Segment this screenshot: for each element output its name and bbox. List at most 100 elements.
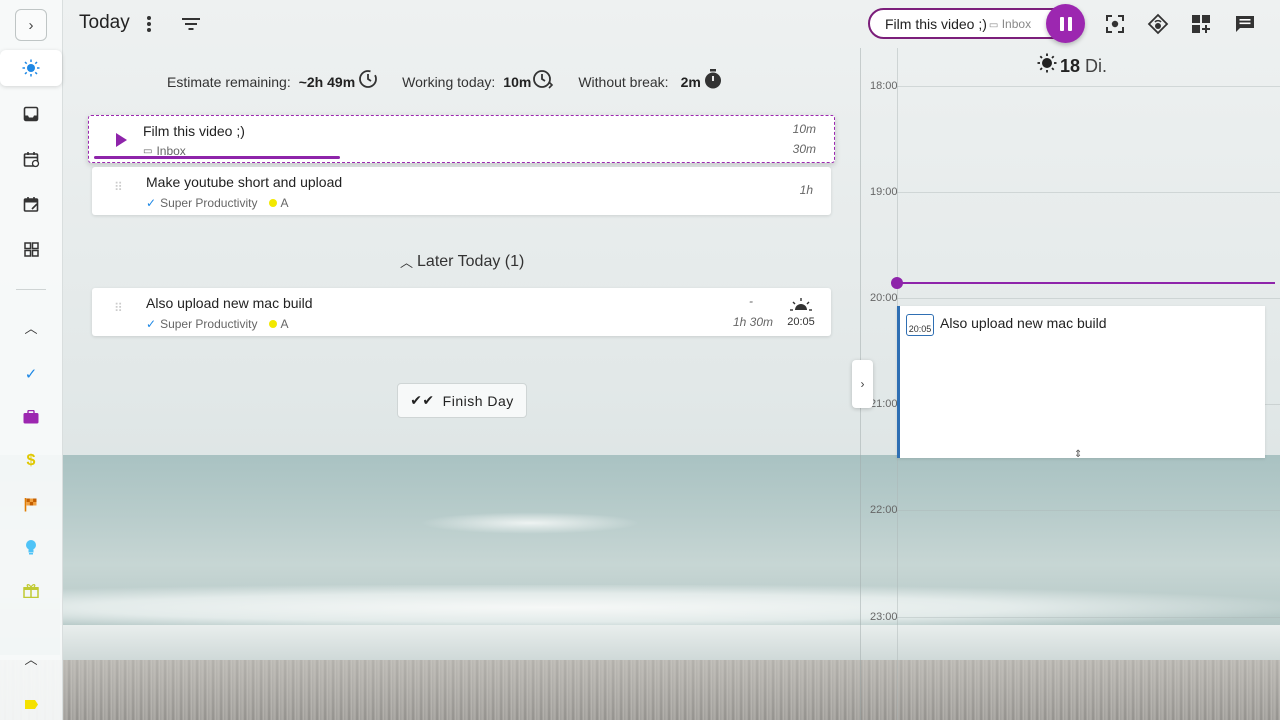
nav-today[interactable] [0, 50, 62, 86]
sync-button[interactable] [1146, 12, 1170, 36]
gift-icon [23, 583, 39, 598]
pause-icon [1059, 16, 1064, 31]
nav-projects-collapse[interactable]: ︿ [8, 309, 54, 345]
inbox-icon: ▭ [988, 19, 999, 31]
task-time-spent[interactable]: 10m [793, 122, 816, 136]
task-title[interactable]: Make youtube short and upload [146, 174, 342, 190]
current-task-project: ▭ Inbox [989, 17, 1031, 31]
current-time-line [897, 282, 1275, 284]
resize-handle-icon[interactable]: ⇕ [1074, 449, 1082, 460]
working-today-value: 10m [503, 73, 532, 90]
scheduled-alarm-icon: 20:05 [906, 314, 934, 336]
nav-boards[interactable] [8, 231, 54, 267]
hour-label: 22:00 [870, 504, 898, 516]
nav-project-work[interactable] [8, 399, 54, 435]
estimate-remaining-value: ~2h 49m [298, 73, 356, 90]
later-today-label: Later Today (1) [417, 252, 525, 270]
comment-icon [1236, 16, 1254, 32]
estimate-remaining-label: Estimate remaining: [167, 73, 291, 90]
chevron-right-icon: › [28, 16, 34, 34]
task-tag-label: A [280, 196, 289, 210]
stopwatch-icon [704, 69, 722, 94]
nav-scheduled[interactable] [8, 141, 54, 177]
today-sun-icon [22, 59, 40, 77]
inbox-icon: ▭ [143, 145, 153, 157]
schedule-day-header: 18 Di. [1037, 53, 1107, 79]
top-header: Today Film this video ;) ▭ Inbox [63, 0, 1280, 48]
without-break-value: 2m [680, 73, 701, 90]
nav-inbox[interactable] [8, 96, 54, 132]
check-icon: ✓ [24, 366, 38, 383]
without-break-label: Without break: [578, 73, 669, 90]
briefcase-icon [23, 410, 39, 424]
notes-button[interactable] [1233, 12, 1257, 36]
task-project: ✓ Super Productivity A [146, 196, 288, 210]
task-project: ✓ Super Productivity A [146, 317, 288, 331]
nav-project-goals[interactable] [8, 486, 54, 522]
scheduled-time-label: 20:05 [787, 316, 815, 328]
task-project-label: Super Productivity [160, 196, 258, 210]
play-icon[interactable] [116, 133, 127, 147]
task-estimate[interactable]: 30m [793, 142, 816, 156]
expand-sidebar-button[interactable]: › [15, 9, 47, 41]
nav-divider [16, 289, 46, 290]
day-number: 18 [1060, 55, 1081, 76]
hour-label: 19:00 [870, 186, 898, 198]
hour-label: 21:00 [870, 398, 898, 410]
more-vert-icon [147, 16, 151, 32]
work-metrics: Estimate remaining: ~2h 49m Working toda… [167, 69, 746, 94]
later-today-toggle[interactable]: ︿ Later Today (1) [400, 252, 524, 271]
focus-icon [1106, 15, 1124, 33]
nav-planner[interactable] [8, 186, 54, 222]
task-card-later[interactable]: ⠿ Also upload new mac build ✓ Super Prod… [92, 288, 831, 336]
nav-project-gifts[interactable] [8, 572, 54, 608]
task-title[interactable]: Also upload new mac build [146, 295, 313, 311]
hour-label: 23:00 [870, 611, 898, 623]
nav-tag-yellow[interactable] [8, 686, 54, 720]
add-widget-button[interactable] [1189, 12, 1213, 36]
nav-project-check[interactable]: ✓ [8, 356, 54, 392]
finish-day-label: Finish Day [442, 392, 514, 409]
task-estimate[interactable]: 1h [800, 183, 813, 197]
current-time-dot [891, 277, 903, 289]
dashboard-add-icon [1192, 15, 1210, 33]
evening-sun-icon [790, 298, 812, 311]
scheduled-time[interactable]: 20:05 [785, 298, 817, 328]
chevron-up-icon: ︿ [24, 651, 38, 667]
tag-dot-icon [269, 199, 278, 207]
schedule-icon [23, 151, 39, 167]
nav-project-ideas[interactable] [8, 529, 54, 565]
drag-handle-icon[interactable]: ⠿ [114, 181, 124, 198]
finish-day-button[interactable]: ✔✔ Finish Day [397, 383, 527, 418]
filter-list-icon [182, 18, 200, 30]
schedule-event[interactable]: 20:05 Also upload new mac build ⇕ [897, 306, 1265, 460]
task-estimate[interactable]: 1h 30m [733, 315, 773, 329]
tag-dot-icon [269, 320, 278, 328]
flag-icon [24, 497, 37, 511]
done-all-icon: ✔✔ [410, 392, 435, 408]
history-clock-icon [358, 69, 378, 94]
planner-icon [23, 196, 38, 212]
task-card[interactable]: ⠿ Make youtube short and upload ✓ Super … [92, 167, 831, 215]
focus-mode-button[interactable] [1103, 12, 1127, 36]
page-title: Today [79, 12, 130, 33]
task-title[interactable]: Film this video ;) [143, 123, 245, 139]
chevron-right-icon: › [860, 377, 865, 391]
hour-label: 18:00 [870, 80, 898, 92]
task-time-spent[interactable]: - [749, 294, 753, 308]
filter-button[interactable] [179, 12, 203, 36]
drag-handle-icon[interactable]: ⠿ [114, 302, 124, 319]
nav-tags-collapse[interactable]: ︿ [8, 640, 54, 676]
task-card-current[interactable]: Film this video ;) ▭ Inbox 10m 30m [88, 115, 835, 163]
working-today-label: Working today: [402, 73, 496, 90]
side-nav: › ︿ ✓ $ ︿ [0, 0, 63, 720]
hour-label: 20:00 [870, 292, 898, 304]
toggle-schedule-panel-button[interactable]: › [852, 360, 873, 408]
pause-tracking-button[interactable] [1046, 4, 1085, 43]
current-task-title: Film this video ;) [885, 15, 987, 32]
timer-clock-icon [532, 69, 554, 94]
label-icon [24, 699, 38, 709]
more-options-button[interactable] [137, 12, 161, 36]
nav-project-money[interactable]: $ [8, 443, 54, 479]
schedule-panel: 18 Di. 18:00 19:00 20:00 21:00 22:00 23:… [860, 48, 1280, 720]
